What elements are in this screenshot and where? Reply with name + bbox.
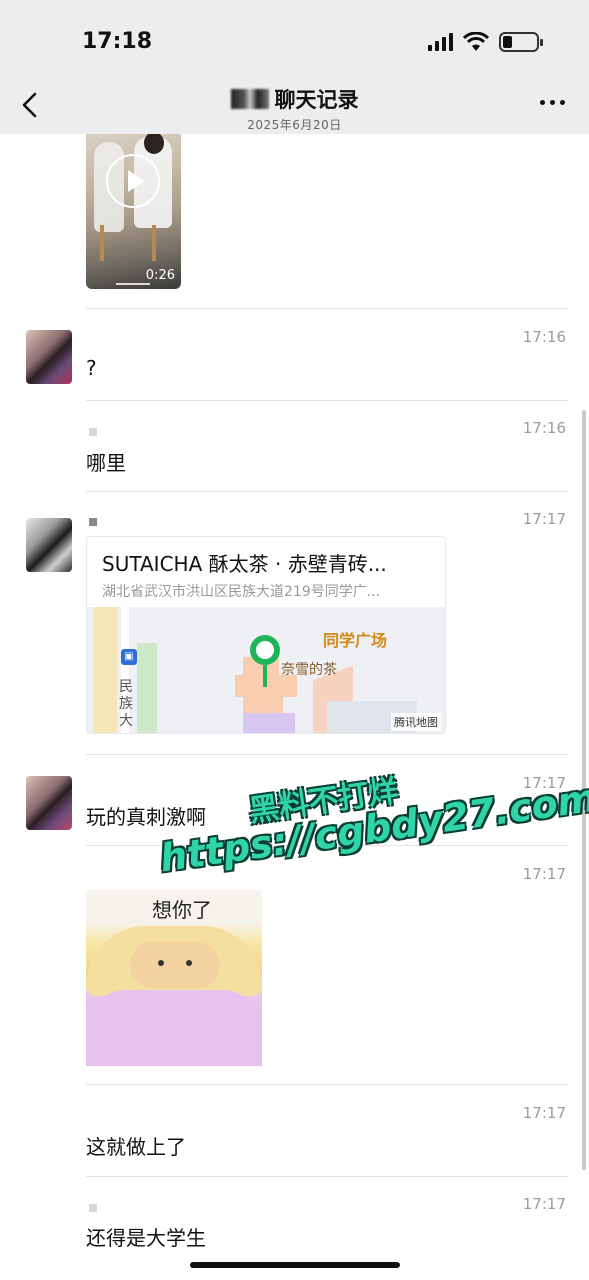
sender-mark xyxy=(89,1204,97,1212)
location-title: SUTAICHA 酥太茶 · 赤壁青砖... xyxy=(102,552,387,576)
location-address: 湖北省武汉市洪山区民族大道219号同学广... xyxy=(102,584,381,600)
message-time: 17:17 xyxy=(522,510,566,528)
play-icon xyxy=(106,154,160,208)
video-thumbnail[interactable]: 0:26 xyxy=(86,134,181,289)
sticker-caption: 想你了 xyxy=(152,898,212,922)
message-time: 17:17 xyxy=(522,1195,566,1213)
message-time: 17:16 xyxy=(522,328,566,346)
map-road-label: 民族大 xyxy=(119,679,133,729)
divider xyxy=(86,754,568,755)
message-text: ? xyxy=(86,356,97,380)
divider xyxy=(86,400,568,401)
divider xyxy=(86,491,568,492)
message-text: 这就做上了 xyxy=(86,1135,186,1159)
wifi-icon xyxy=(463,32,489,51)
bus-stop-icon: ▣ xyxy=(121,649,137,665)
map-pin-icon xyxy=(250,635,280,687)
avatar[interactable] xyxy=(26,776,72,830)
avatar[interactable] xyxy=(26,330,72,384)
home-indicator[interactable] xyxy=(190,1262,400,1268)
divider xyxy=(86,1176,568,1177)
signal-icon xyxy=(428,33,453,51)
message-text: 玩的真刺激啊 xyxy=(86,805,206,829)
divider xyxy=(86,1084,568,1085)
more-options-button[interactable] xyxy=(540,100,565,105)
sender-mark xyxy=(89,518,97,526)
map-place-label: 同学广场 xyxy=(323,631,388,650)
battery-icon xyxy=(499,32,543,52)
location-map[interactable]: ▣ 民族大 同学广场 奈雪的茶 腾讯地图 xyxy=(87,607,445,733)
sticker-image[interactable]: 想你了 xyxy=(86,890,262,1066)
map-provider-logo: 腾讯地图 xyxy=(391,713,441,731)
more-dot-icon xyxy=(540,100,545,105)
message-time: 17:17 xyxy=(522,1104,566,1122)
location-card[interactable]: SUTAICHA 酥太茶 · 赤壁青砖... 湖北省武汉市洪山区民族大道219号… xyxy=(86,536,446,734)
message-text: 哪里 xyxy=(86,451,126,475)
message-time: 17:16 xyxy=(522,419,566,437)
avatar[interactable] xyxy=(26,518,72,572)
divider xyxy=(86,308,568,309)
header-bar: 17:18 聊天记录 2025年6月20日 xyxy=(0,0,589,134)
header-title-area: 聊天记录 2025年6月20日 xyxy=(0,84,589,133)
status-icons xyxy=(428,32,543,52)
message-time: 17:17 xyxy=(522,865,566,883)
sender-mark xyxy=(89,428,97,436)
page-date: 2025年6月20日 xyxy=(247,118,342,132)
page-title: 聊天记录 xyxy=(274,88,359,112)
status-time: 17:18 xyxy=(82,29,153,54)
message-text: 还得是大学生 xyxy=(86,1226,206,1250)
map-shop-label: 奈雪的茶 xyxy=(281,662,337,678)
redacted-name xyxy=(230,89,269,109)
video-duration: 0:26 xyxy=(145,268,175,283)
chat-history-list[interactable]: 0:26 17:16 ? 17:16 哪里 17:17 SUTAICHA 酥太茶… xyxy=(0,134,589,1280)
